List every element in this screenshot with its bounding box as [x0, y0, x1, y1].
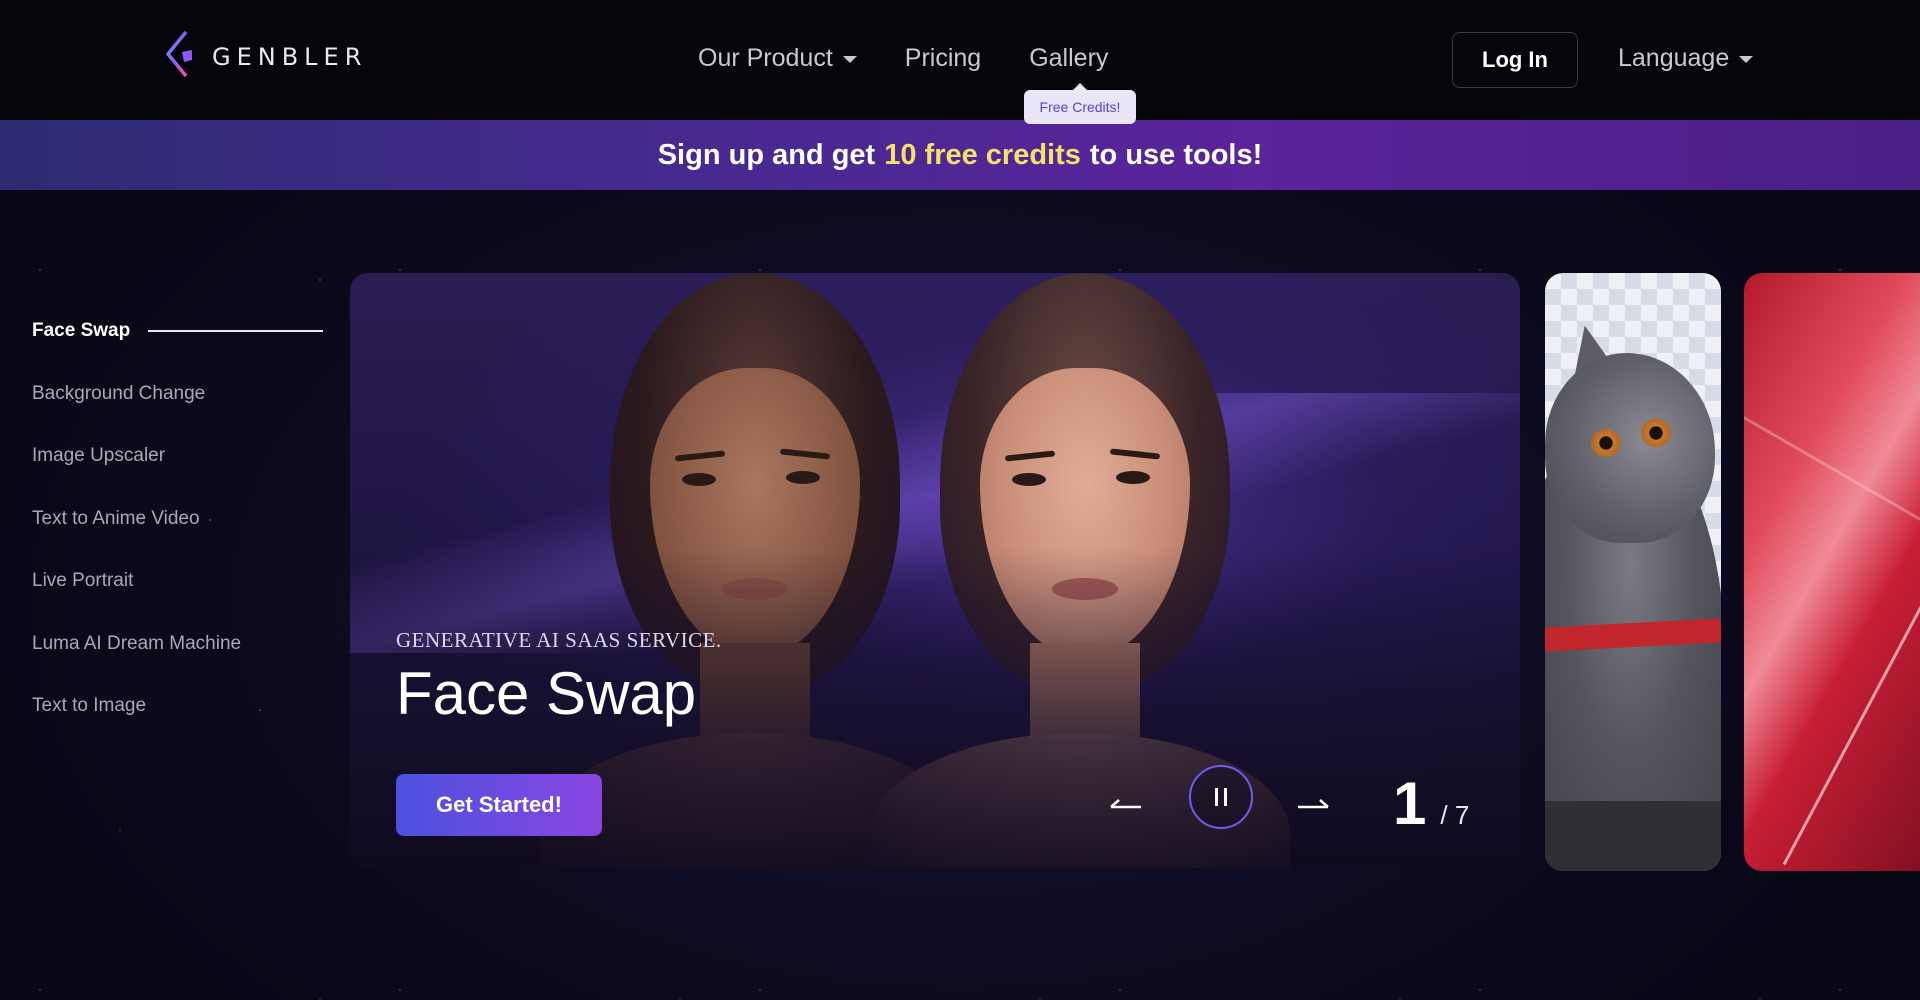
- nav-gallery[interactable]: Gallery: [1029, 44, 1108, 73]
- sidebar-item-text-to-image[interactable]: Text to Image: [32, 675, 332, 738]
- arrow-right-icon: [1298, 799, 1329, 809]
- nav-gallery-label: Gallery: [1029, 44, 1109, 72]
- light-streak-decoration: [1782, 581, 1920, 866]
- promo-banner[interactable]: Sign up and get 10 free credits to use t…: [0, 120, 1920, 190]
- sidebar-item-label: Face Swap: [32, 320, 131, 342]
- main-nav: Our Product Pricing Gallery: [698, 44, 1108, 73]
- sidebar-item-label: Text to Image: [32, 695, 147, 717]
- slide-title: Face Swap: [396, 660, 697, 727]
- slide-thumbnail-image-upscaler[interactable]: [1744, 273, 1920, 871]
- slide-counter: 1 / 7: [1393, 769, 1469, 838]
- language-label: Language: [1618, 44, 1730, 72]
- slide-total: / 7: [1440, 800, 1470, 830]
- sidebar-item-image-upscaler[interactable]: Image Upscaler: [32, 425, 332, 488]
- pause-icon: [1215, 788, 1218, 806]
- free-credits-tooltip: Free Credits!: [1024, 83, 1136, 124]
- pause-slideshow-button[interactable]: [1189, 765, 1253, 829]
- sidebar-item-live-portrait[interactable]: Live Portrait: [32, 550, 332, 613]
- prev-slide-button[interactable]: [1108, 785, 1144, 825]
- sidebar-item-label: Text to Anime Video: [32, 507, 200, 529]
- nav-pricing[interactable]: Pricing: [905, 44, 981, 73]
- slide-current-index: 1: [1393, 770, 1427, 837]
- chevron-down-icon: [842, 56, 857, 63]
- slide-eyebrow: GENERATIVE AI SAAS SERVICE.: [396, 628, 722, 652]
- next-slide-button[interactable]: [1295, 785, 1331, 825]
- cat-head-shape: [1545, 353, 1715, 543]
- nav-pricing-label: Pricing: [904, 44, 982, 72]
- nav-our-product-label: Our Product: [698, 44, 833, 72]
- pause-icon: [1224, 788, 1227, 806]
- sidebar-item-label: Luma AI Dream Machine: [32, 632, 242, 654]
- cat-eye-shape: [1591, 429, 1621, 457]
- cat-eye-shape: [1641, 419, 1671, 447]
- chevron-down-icon: [1739, 56, 1754, 63]
- tool-sidebar: Face Swap Background Change Image Upscal…: [32, 300, 332, 738]
- genbler-logo-icon: [166, 30, 192, 80]
- slide-thumbnail-background-change[interactable]: [1545, 273, 1721, 871]
- top-header: GENBLER Our Product Pricing Gallery Log …: [0, 0, 1920, 120]
- sidebar-item-luma-ai-dream-machine[interactable]: Luma AI Dream Machine: [32, 613, 332, 676]
- banner-prefix: Sign up and get: [657, 138, 876, 171]
- login-button[interactable]: Log In: [1452, 32, 1578, 88]
- language-selector[interactable]: Language: [1618, 44, 1754, 73]
- active-indicator-line: [148, 330, 324, 333]
- sidebar-item-background-change[interactable]: Background Change: [32, 363, 332, 426]
- sidebar-item-label: Background Change: [32, 382, 206, 404]
- brand-logo[interactable]: GENBLER: [164, 30, 367, 84]
- sidebar-item-face-swap[interactable]: Face Swap: [32, 300, 332, 363]
- light-streak-decoration: [1744, 393, 1920, 556]
- sidebar-item-label: Live Portrait: [32, 570, 134, 592]
- thumbnail-floor-shade: [1545, 801, 1721, 871]
- nav-our-product[interactable]: Our Product: [698, 44, 857, 73]
- banner-highlight: 10 free credits: [884, 138, 1081, 171]
- hero-slide: GENERATIVE AI SAAS SERVICE. Face Swap Ge…: [350, 273, 1520, 868]
- sidebar-item-label: Image Upscaler: [32, 445, 166, 467]
- brand-name: GENBLER: [212, 43, 368, 71]
- banner-suffix: to use tools!: [1089, 138, 1263, 171]
- get-started-button[interactable]: Get Started!: [396, 774, 602, 836]
- sidebar-item-text-to-anime-video[interactable]: Text to Anime Video: [32, 488, 332, 551]
- arrow-left-icon: [1110, 799, 1141, 809]
